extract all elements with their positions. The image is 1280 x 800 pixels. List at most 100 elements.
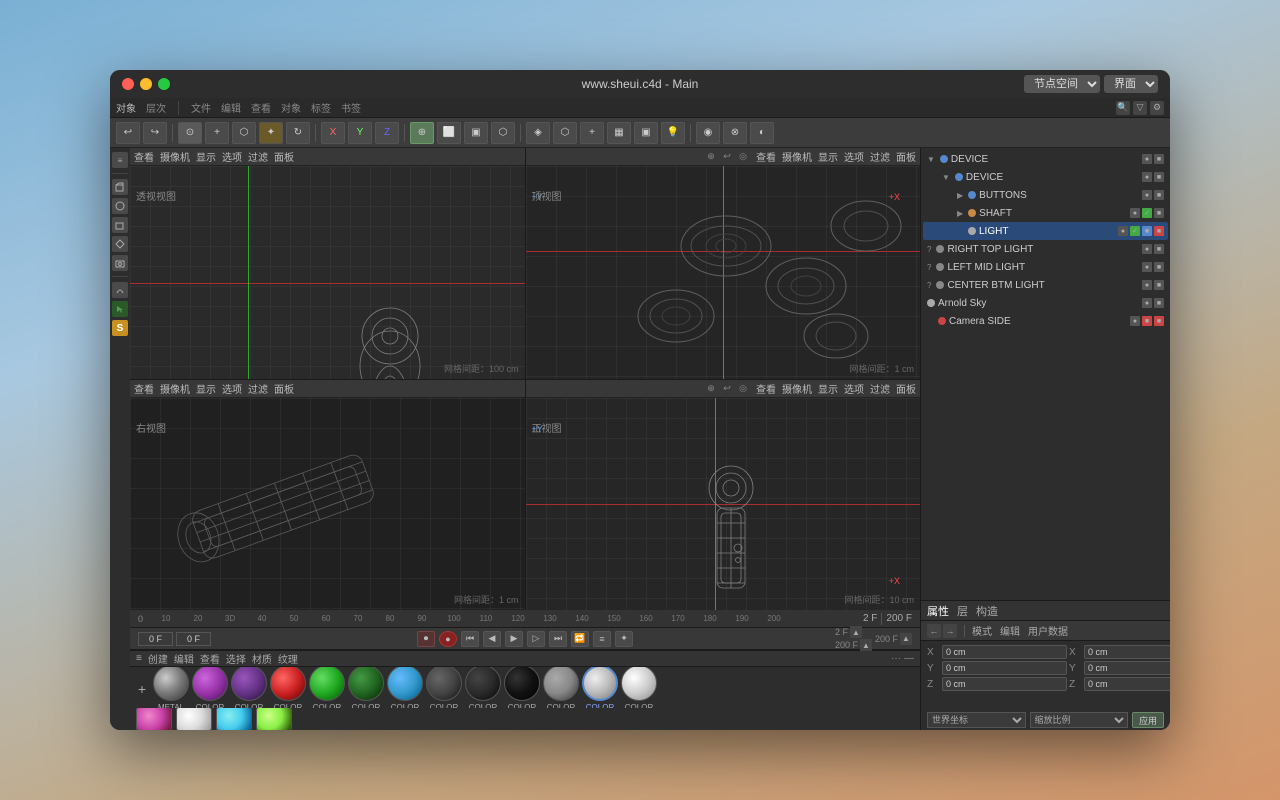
rsp-tab-layer[interactable]: 层 xyxy=(957,603,968,619)
vp-front-view[interactable]: 查看 xyxy=(756,381,776,396)
render2-btn[interactable]: ⬡ xyxy=(553,122,577,144)
menu-object[interactable]: 对象 xyxy=(281,100,301,115)
material-color2[interactable]: COLOR xyxy=(231,667,267,708)
vp-front-display[interactable]: 显示 xyxy=(818,381,838,396)
tree-vis-device-child[interactable]: ● xyxy=(1142,172,1152,182)
tree-item-shaft[interactable]: ▶ SHAFT ● ✓ ■ xyxy=(923,204,1168,222)
keyframe-input[interactable] xyxy=(176,632,211,646)
rsp-edit-btn[interactable]: 编辑 xyxy=(1000,623,1020,638)
tree-vis-cam[interactable]: ● xyxy=(1130,316,1140,326)
new-obj-btn[interactable]: ⊙ xyxy=(178,122,202,144)
tree-item-device-root[interactable]: ▼ DEVICE ● ■ xyxy=(923,150,1168,168)
mat-dash[interactable]: — xyxy=(904,653,914,664)
tree-vis-cbl[interactable]: ● xyxy=(1142,280,1152,290)
viewport-perspective[interactable]: 查看 摄像机 显示 选项 过滤 面板 xyxy=(130,148,525,379)
max-frame-arrow[interactable]: ▲ xyxy=(860,639,872,651)
tree-item-device-child[interactable]: ▼ DEVICE ● ■ xyxy=(923,168,1168,186)
tree-tag-light[interactable]: ✓ xyxy=(1130,226,1140,236)
wire-btn[interactable]: ▣ xyxy=(464,122,488,144)
vp-top-camera[interactable]: 摄像机 xyxy=(782,149,812,164)
add-material-btn[interactable]: + xyxy=(134,671,150,707)
mat-small-1[interactable] xyxy=(136,708,172,730)
vp-front-nav3[interactable]: ◎ xyxy=(736,381,750,395)
tree-lock-cbl[interactable]: ■ xyxy=(1154,280,1164,290)
right-panel-layer-tab[interactable]: 层次 xyxy=(146,100,166,115)
input-y-rot[interactable] xyxy=(1084,661,1170,675)
mat-select[interactable]: 选择 xyxy=(226,651,246,666)
apply-btn[interactable]: 应用 xyxy=(1132,712,1164,728)
tree-item-buttons[interactable]: ▶ BUTTONS ● ■ xyxy=(923,186,1168,204)
plus-btn[interactable]: + xyxy=(580,122,604,144)
tl-play-btn[interactable]: ▶ xyxy=(505,631,523,647)
vp-top-nav3[interactable]: ◎ xyxy=(736,150,750,164)
tl-red-dot[interactable]: ● xyxy=(439,631,457,647)
tree-item-camera-side[interactable]: Camera SIDE ● ■ ■ xyxy=(923,312,1168,330)
end-frame-arrow[interactable]: ▲ xyxy=(850,626,862,638)
tl-record-btn[interactable]: ⏺ xyxy=(417,631,435,647)
tree-color-light[interactable]: ■ xyxy=(1142,226,1152,236)
vp-top-nav1[interactable]: ⊕ xyxy=(704,150,718,164)
material-color9[interactable]: COLOR xyxy=(504,667,540,708)
tree-vis-buttons[interactable]: ● xyxy=(1142,190,1152,200)
sidebar-wire[interactable] xyxy=(112,236,128,252)
vp-top-nav2[interactable]: ↩ xyxy=(720,150,734,164)
minimize-button[interactable] xyxy=(140,78,152,90)
scale-ratio-select[interactable]: 缩放比例 xyxy=(1030,712,1129,728)
polygon-btn[interactable]: ⬡ xyxy=(232,122,256,144)
tree-lock-shaft[interactable]: ■ xyxy=(1154,208,1164,218)
tree-vis-sky[interactable]: ● xyxy=(1142,298,1152,308)
material-color12[interactable]: COLOR xyxy=(621,667,657,708)
mat-dots[interactable]: ··· xyxy=(891,653,901,664)
vp-top-view[interactable]: 查看 xyxy=(756,149,776,164)
tree-red-cam[interactable]: ■ xyxy=(1142,316,1152,326)
vp-right-options[interactable]: 选项 xyxy=(222,381,242,396)
vp-top-display[interactable]: 显示 xyxy=(818,149,838,164)
tree-expand-device-child[interactable]: ▼ xyxy=(942,173,950,182)
tl-loop[interactable]: 🔁 xyxy=(571,631,589,647)
vp-display[interactable]: 显示 xyxy=(196,149,216,164)
layout-btn[interactable]: ▦ xyxy=(607,122,631,144)
sidebar-menu[interactable]: ≡ xyxy=(112,152,128,168)
rotate-btn[interactable]: ↻ xyxy=(286,122,310,144)
vp-right-camera[interactable]: 摄像机 xyxy=(160,381,190,396)
material-color10[interactable]: COLOR xyxy=(543,667,579,708)
sidebar-deform[interactable] xyxy=(112,282,128,298)
material-color3[interactable]: COLOR xyxy=(270,667,306,708)
vp-front-options[interactable]: 选项 xyxy=(844,381,864,396)
interface-dropdown[interactable]: 界面 xyxy=(1104,75,1158,93)
tree-vis-shaft[interactable]: ● xyxy=(1130,208,1140,218)
mat-small-3[interactable] xyxy=(216,708,252,730)
vp-camera[interactable]: 摄像机 xyxy=(160,149,190,164)
tree-expand-device-root[interactable]: ▼ xyxy=(927,155,935,164)
maximize-button[interactable] xyxy=(158,78,170,90)
tl-goto-end[interactable]: ⏭ xyxy=(549,631,567,647)
tree-lock-buttons[interactable]: ■ xyxy=(1154,190,1164,200)
grid-btn[interactable]: ⬜ xyxy=(437,122,461,144)
search-icon[interactable]: 🔍 xyxy=(1116,101,1130,115)
mat-material[interactable]: 材质 xyxy=(252,651,272,666)
tl-step-back[interactable]: ◀ xyxy=(483,631,501,647)
tl-step-fwd[interactable]: ▷ xyxy=(527,631,545,647)
input-x-pos[interactable] xyxy=(942,645,1067,659)
mat-texture[interactable]: 纹理 xyxy=(278,651,298,666)
input-y-pos[interactable] xyxy=(942,661,1067,675)
menu-bookmark[interactable]: 书签 xyxy=(341,100,361,115)
tree-tag-shaft[interactable]: ✓ xyxy=(1142,208,1152,218)
vp-right-filter[interactable]: 过滤 xyxy=(248,381,268,396)
vp-right-display[interactable]: 显示 xyxy=(196,381,216,396)
vp-front-filter[interactable]: 过滤 xyxy=(870,381,890,396)
tree-vis-rtl[interactable]: ● xyxy=(1142,244,1152,254)
input-x-rot[interactable] xyxy=(1084,645,1170,659)
rsp-back-btn[interactable]: ← xyxy=(927,624,941,638)
vp-top-options[interactable]: 选项 xyxy=(844,149,864,164)
material-color8[interactable]: COLOR xyxy=(465,667,501,708)
sidebar-sphere[interactable] xyxy=(112,198,128,214)
vp-top-panel[interactable]: 面板 xyxy=(896,149,916,164)
material-color11[interactable]: COLOR xyxy=(582,667,618,708)
node-space-dropdown[interactable]: 节点空间 xyxy=(1024,75,1100,93)
input-z-rot[interactable] xyxy=(1084,677,1170,691)
tree-lock-device-child[interactable]: ■ xyxy=(1154,172,1164,182)
y-axis-btn[interactable]: Y xyxy=(348,122,372,144)
sidebar-select[interactable] xyxy=(112,301,128,317)
vp-filter[interactable]: 过滤 xyxy=(248,149,268,164)
